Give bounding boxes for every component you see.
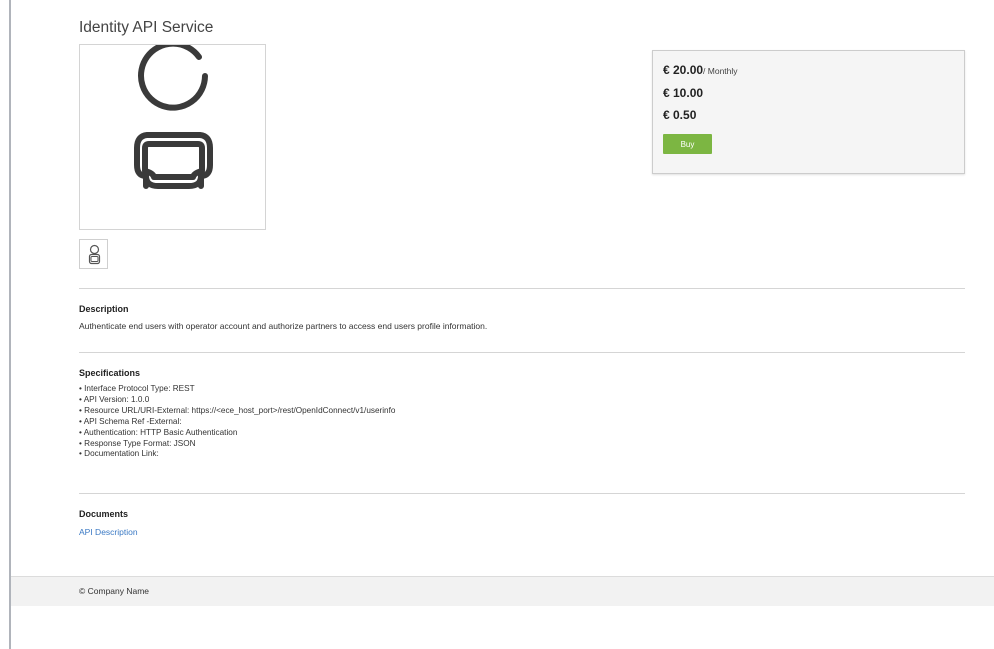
spec-item-documentation-link: Documentation Link:	[79, 449, 395, 460]
person-holding-card-icon	[134, 45, 213, 189]
product-image	[79, 44, 266, 230]
window-left-edge	[9, 0, 11, 649]
spec-item-version: API Version: 1.0.0	[79, 395, 395, 406]
specifications-list: Interface Protocol Type: REST API Versio…	[79, 384, 396, 460]
page-title: Identity API Service	[79, 19, 214, 36]
spec-item-resource-url: Resource URL/URI-External: https://<ece_…	[79, 406, 395, 417]
footer-copyright: © Company Name	[79, 586, 150, 596]
price-amount: € 20.00	[663, 63, 704, 77]
description-text: Authenticate end users with operator acc…	[79, 321, 488, 331]
documents-heading: Documents	[79, 509, 129, 519]
pricing-panel: € 20.00/ Monthly € 10.00 € 0.50 Buy	[652, 50, 965, 174]
price-amount: € 0.50	[663, 108, 697, 122]
price-amount: € 10.00	[663, 86, 704, 100]
section-divider	[79, 352, 965, 353]
description-heading: Description	[79, 304, 129, 314]
api-description-link[interactable]: API Description	[79, 527, 138, 537]
thumbnail-image[interactable]	[79, 239, 108, 269]
footer: © Company Name	[11, 576, 994, 606]
second-price: € 10.00	[663, 86, 703, 100]
spec-item-response-format: Response Type Format: JSON	[79, 439, 395, 450]
spec-item-authentication: Authentication: HTTP Basic Authenticatio…	[79, 428, 395, 439]
person-holding-card-icon	[88, 244, 101, 265]
third-price: € 0.50	[663, 108, 696, 122]
specifications-heading: Specifications	[79, 368, 141, 378]
spec-item-protocol: Interface Protocol Type: REST	[79, 384, 395, 395]
section-divider	[79, 493, 965, 494]
section-divider	[79, 288, 965, 289]
monthly-price: € 20.00/ Monthly	[663, 63, 738, 77]
spec-item-schema-ref: API Schema Ref -External:	[79, 417, 395, 428]
price-unit: / Monthly	[703, 66, 738, 76]
buy-button[interactable]: Buy	[663, 134, 712, 154]
